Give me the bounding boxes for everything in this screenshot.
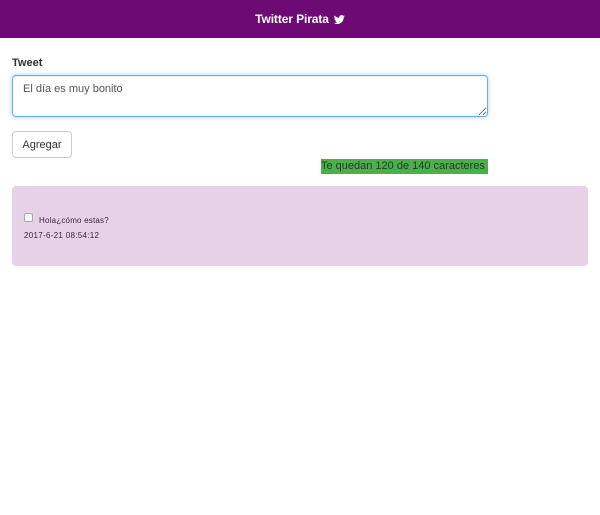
tweet-input[interactable] bbox=[12, 75, 488, 117]
char-counter: Te quedan 120 de 140 caracteres bbox=[321, 159, 488, 174]
tweet-date: 2017-6-21 08:54:12 bbox=[24, 231, 100, 240]
twitter-bird-icon bbox=[333, 14, 345, 25]
add-button[interactable]: Agregar bbox=[12, 131, 72, 158]
tweet-item: Hola¿cómo estas? 2017-6-21 08:54:12 bbox=[24, 213, 109, 240]
app-title: Twitter Pirata bbox=[255, 12, 329, 26]
navbar: Twitter Pirata bbox=[0, 0, 600, 38]
tweet-label: Tweet bbox=[12, 57, 43, 69]
tweet-list: Hola¿cómo estas? 2017-6-21 08:54:12 bbox=[12, 186, 588, 266]
tweet-checkbox[interactable] bbox=[24, 213, 33, 222]
tweet-text: Hola¿cómo estas? bbox=[39, 216, 109, 225]
